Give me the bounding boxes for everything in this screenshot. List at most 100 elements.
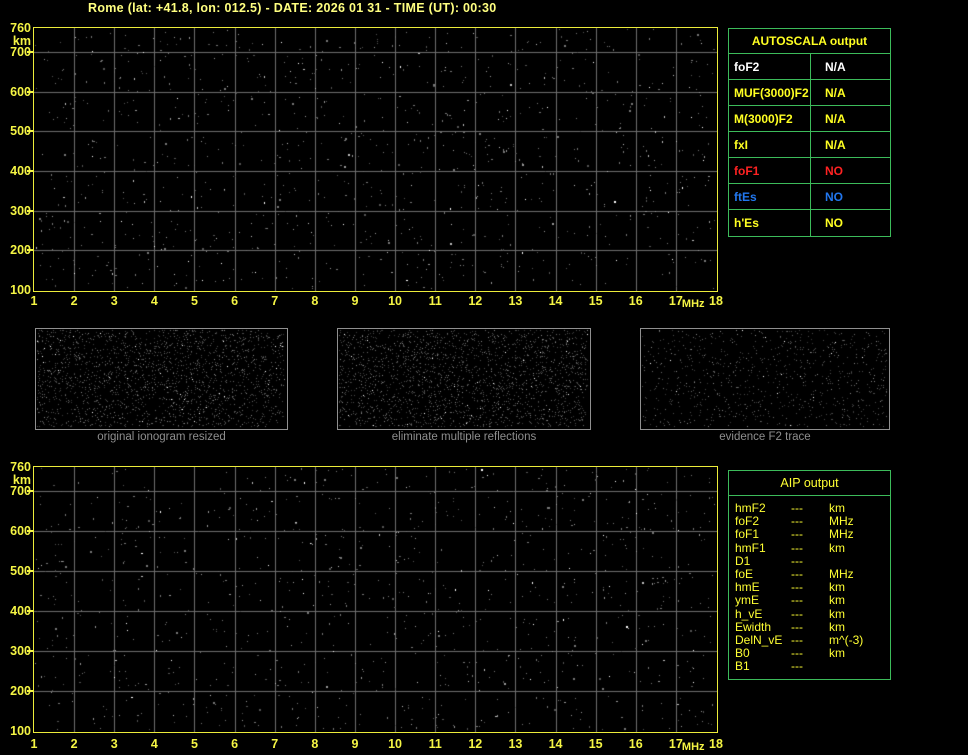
x-axis-unit-label: MHz — [681, 741, 705, 753]
ionogram-bottom-canvas — [33, 466, 718, 733]
x-tick-label: 10 — [388, 737, 402, 751]
y-axis-tick — [27, 530, 33, 532]
x-tick-label: 3 — [110, 737, 118, 751]
y-axis-tick — [27, 130, 33, 133]
x-tick-label: 15 — [588, 737, 603, 751]
autoscala-row-MUF(3000)F2: MUF(3000)F2 N/A — [729, 80, 890, 106]
ionogram-top-canvas — [33, 27, 718, 292]
y-axis-tick — [27, 490, 33, 492]
autoscala-param-label: h'Es — [729, 210, 811, 236]
aip-param-label: hmF1 — [735, 540, 766, 555]
aip-param-label: ymE — [735, 593, 759, 608]
autoscala-param-label: MUF(3000)F2 — [729, 80, 811, 105]
autoscala-param-value: N/A — [825, 85, 846, 100]
y-axis-tick — [27, 690, 33, 692]
x-tick-label: 10 — [388, 294, 402, 308]
x-tick-label: 18 — [709, 294, 723, 308]
autoscala-row-foF2: foF2 N/A — [729, 54, 890, 80]
panel-evidence-f2-trace-canvas — [640, 328, 890, 430]
x-tick-label: 8 — [311, 737, 319, 751]
panel-original-ionogram-caption: original ionogram resized — [97, 431, 226, 443]
x-tick-label: 3 — [110, 294, 118, 308]
y-axis-unit-label: km — [12, 34, 31, 48]
panel-evidence-f2-trace-caption: evidence F2 trace — [719, 431, 811, 443]
autoscala-param-value: N/A — [825, 137, 846, 152]
aip-row-D1: D1 --- — [729, 553, 890, 568]
aip-param-value: --- — [791, 527, 803, 542]
x-tick-label: 6 — [231, 737, 239, 751]
y-axis-tick — [27, 209, 33, 212]
autoscala-param-value: NO — [825, 216, 843, 230]
autoscala-window: { "title": "Rome (lat: +41.8, lon: 012.5… — [0, 0, 968, 755]
x-tick-label: 12 — [468, 737, 483, 751]
x-tick-label: 5 — [190, 294, 198, 308]
x-tick-label: 12 — [468, 294, 483, 308]
x-tick-label: 14 — [548, 737, 563, 751]
x-tick-label: 11 — [428, 737, 442, 751]
autoscala-param-value: NO — [825, 163, 843, 178]
x-tick-label: 14 — [548, 294, 563, 308]
y-axis-tick — [27, 650, 33, 652]
x-tick-label: 4 — [150, 737, 158, 751]
x-tick-label: 16 — [628, 737, 643, 751]
autoscala-row-foF1: foF1 NO — [729, 158, 890, 184]
x-axis-unit-label: MHz — [681, 298, 705, 310]
x-tick-label: 9 — [351, 294, 359, 308]
panel-eliminate-reflections-caption: eliminate multiple reflections — [391, 431, 537, 443]
x-tick-label: 15 — [588, 294, 603, 308]
x-tick-label: 9 — [351, 737, 359, 751]
aip-param-unit: km — [829, 619, 845, 634]
aip-param-unit: km — [829, 646, 845, 661]
x-tick-label: 13 — [508, 294, 523, 308]
autoscala-param-value: N/A — [825, 111, 846, 126]
x-tick-label: 2 — [70, 294, 78, 308]
x-tick-label: 1 — [30, 294, 38, 308]
y-tick-label: 100 — [10, 724, 31, 738]
aip-param-value: --- — [791, 659, 803, 674]
aip-param-value: --- — [791, 619, 803, 634]
autoscala-row-M(3000)F2: M(3000)F2 N/A — [729, 106, 890, 132]
x-tick-label: 5 — [190, 737, 198, 751]
x-tick-label: 4 — [150, 294, 158, 308]
y-axis-tick — [27, 90, 33, 93]
autoscala-param-label: M(3000)F2 — [729, 106, 811, 131]
aip-row-B1: B1 --- — [729, 660, 890, 673]
aip-param-value: --- — [791, 593, 803, 608]
autoscala-table-body: foF2 N/A MUF(3000)F2 N/A M(3000)F2 N/A fxI N/A f… — [729, 54, 890, 236]
x-tick-label: 7 — [271, 737, 279, 751]
aip-row-DelN_vE: DelN_vE --- m^(-3) — [729, 633, 890, 647]
aip-row-B0: B0 --- km — [729, 646, 890, 661]
aip-param-label: D1 — [735, 553, 751, 568]
x-tick-label: 8 — [311, 294, 319, 308]
autoscala-param-label: ftEs — [729, 184, 811, 209]
aip-table-body: hmF2 --- km foF2 --- MHz foF1 --- MHz hmF1 --- km D1… — [729, 496, 890, 673]
autoscala-row-ftEs: ftEs NO — [729, 184, 890, 210]
aip-param-value: --- — [791, 553, 803, 568]
aip-param-value: --- — [791, 606, 803, 621]
aip-row-h_vE: h_vE --- km — [729, 606, 890, 621]
y-axis-unit-label: km — [12, 473, 31, 487]
y-axis-tick — [27, 610, 33, 612]
aip-row-Ewidth: Ewidth --- km — [729, 619, 890, 634]
autoscala-param-label: foF1 — [729, 158, 811, 183]
x-tick-label: 13 — [508, 737, 523, 751]
aip-table-header: AIP output — [729, 471, 890, 496]
aip-param-unit: km — [829, 593, 845, 608]
autoscala-param-value: NO — [825, 189, 843, 204]
x-tick-label: 2 — [70, 737, 78, 751]
x-tick-label: 7 — [271, 294, 279, 308]
aip-row-hmF1: hmF1 --- km — [729, 540, 890, 555]
aip-param-unit: km — [829, 540, 845, 555]
y-tick-label: 760 — [10, 21, 31, 35]
autoscala-row-fxI: fxI N/A — [729, 132, 890, 158]
aip-param-label: foF1 — [735, 527, 760, 542]
autoscala-output-table: AUTOSCALA output foF2 N/A MUF(3000)F2 N/A M(… — [728, 28, 891, 237]
autoscala-param-label: fxI — [729, 132, 811, 157]
aip-param-unit: km — [829, 606, 845, 621]
aip-param-value: --- — [791, 540, 803, 555]
aip-param-label: h_vE — [735, 606, 763, 621]
autoscala-row-h'Es: h'Es NO — [729, 210, 890, 236]
x-tick-label: 11 — [428, 294, 442, 308]
x-tick-label: 1 — [30, 737, 38, 751]
x-tick-label: 18 — [709, 737, 723, 751]
